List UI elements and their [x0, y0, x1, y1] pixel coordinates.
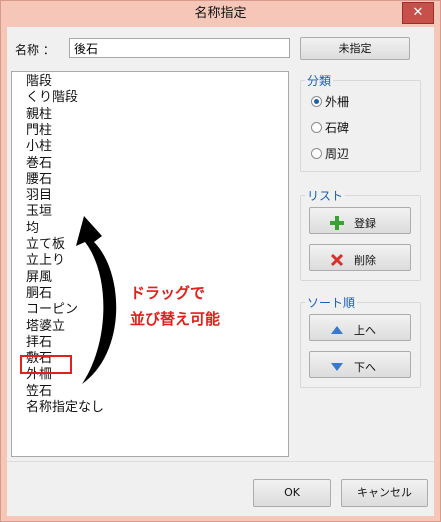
list-item[interactable]: 笠石: [26, 384, 52, 400]
register-label: 登録: [354, 217, 376, 230]
list-item[interactable]: 親柱: [26, 107, 52, 123]
delete-x-icon: [330, 253, 344, 267]
radio-label: 外柵: [325, 95, 350, 109]
move-up-button[interactable]: 上へ: [309, 314, 411, 341]
close-button[interactable]: ✕: [402, 2, 434, 24]
list-item[interactable]: 拝石: [26, 335, 52, 351]
list-item[interactable]: くり階段: [26, 90, 78, 106]
list-item[interactable]: コーピン: [26, 302, 78, 318]
cancel-button[interactable]: キャンセル: [341, 479, 428, 507]
sort-group: ソート順 上へ 下へ: [300, 294, 421, 388]
list-item[interactable]: 均: [26, 221, 39, 237]
unset-button[interactable]: 未指定: [300, 37, 410, 60]
list-item[interactable]: 巻石: [26, 156, 52, 172]
radio-label: 石碑: [325, 121, 350, 135]
radio-selected-icon: [311, 96, 322, 107]
list-group-title: リスト: [305, 187, 346, 204]
delete-button[interactable]: 削除: [309, 244, 411, 271]
plus-icon: [330, 216, 344, 230]
annotation-line1: ドラッグで: [130, 284, 206, 302]
selected-item-highlight: [20, 355, 72, 374]
name-input[interactable]: 後石: [69, 38, 290, 58]
move-up-label: 上へ: [354, 324, 376, 337]
list-item[interactable]: 胴石: [26, 286, 52, 302]
name-list[interactable]: 階段 くり階段 親柱 門柱 小柱 巻石 腰石 羽目 玉垣均立て板 立上り 屏風 胴石 コーピン 塔婆立 拝石…: [11, 71, 289, 457]
drag-arrow-icon: [76, 216, 117, 384]
list-item[interactable]: 玉垣: [26, 204, 52, 220]
radio-surroundings[interactable]: 周辺: [311, 147, 349, 161]
list-item[interactable]: 小柱: [26, 139, 52, 155]
radio-label: 周辺: [325, 147, 350, 161]
list-item[interactable]: 羽目: [26, 188, 52, 204]
window-title: 名称指定: [194, 6, 247, 21]
annotation-line2: 並び替え可能: [130, 310, 221, 328]
list-item[interactable]: 立て板: [26, 237, 65, 253]
radio-outer-fence[interactable]: 外柵: [311, 95, 349, 109]
move-down-label: 下へ: [354, 361, 376, 374]
radio-stone-monument[interactable]: 石碑: [311, 121, 349, 135]
radio-icon: [311, 148, 322, 159]
list-item[interactable]: 名称指定なし: [26, 400, 104, 416]
classification-group: 分類 外柵 石碑 周辺: [300, 72, 421, 172]
dialog-window: 名称指定 ✕ 名称 ： 後石 未指定 階段 くり階段 親柱 門柱 小柱 巻石 腰石 羽目 玉垣均…: [0, 0, 441, 522]
triangle-up-icon: [331, 326, 343, 334]
move-down-button[interactable]: 下へ: [309, 351, 411, 378]
name-label: 名称 ：: [15, 43, 55, 57]
list-item[interactable]: 腰石: [26, 172, 52, 188]
dialog-body: 名称 ： 後石 未指定 階段 くり階段 親柱 門柱 小柱 巻石 腰石 羽目 玉垣均立て板 立上り屏…: [7, 27, 434, 516]
list-item[interactable]: 立上り: [26, 253, 65, 269]
triangle-down-icon: [331, 363, 343, 371]
delete-label: 削除: [354, 254, 376, 267]
radio-icon: [311, 122, 322, 133]
list-group: リスト 登録 削除: [300, 187, 421, 281]
list-item[interactable]: 塔婆立: [26, 319, 65, 335]
list-item[interactable]: 階段: [26, 74, 52, 90]
dialog-footer: OK キャンセル: [7, 461, 434, 516]
list-item[interactable]: 門柱: [26, 123, 52, 139]
ok-button[interactable]: OK: [253, 479, 331, 507]
sort-group-title: ソート順: [305, 294, 358, 311]
register-button[interactable]: 登録: [309, 207, 411, 234]
title-bar: 名称指定 ✕: [1, 1, 440, 27]
classification-title: 分類: [305, 72, 334, 89]
list-item[interactable]: 屏風: [26, 270, 52, 286]
